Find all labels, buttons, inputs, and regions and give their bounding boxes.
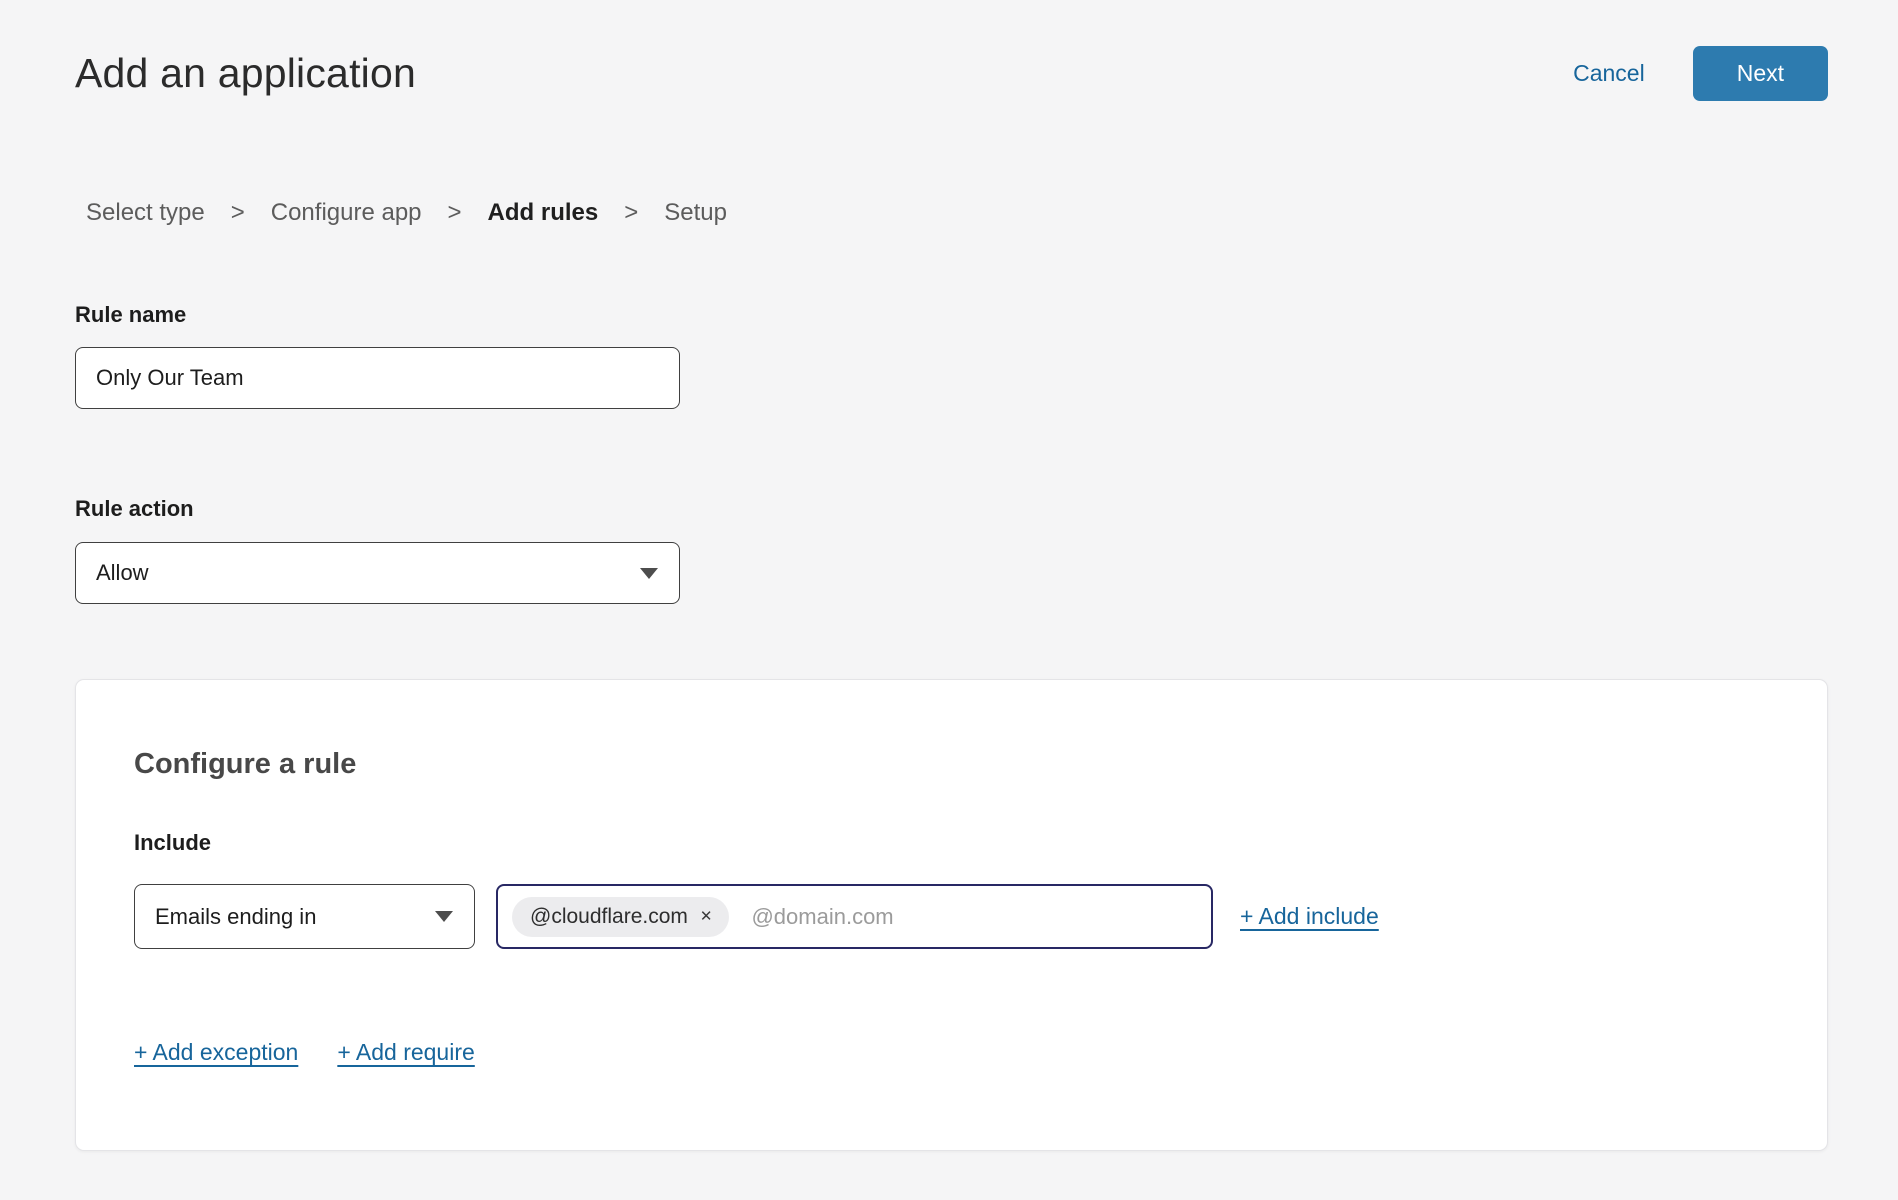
email-domains-field[interactable]: @cloudflare.com ✕: [496, 884, 1213, 949]
include-label: Include: [134, 830, 1769, 856]
breadcrumb-step-setup[interactable]: Setup: [664, 198, 727, 228]
breadcrumb-separator: >: [231, 198, 245, 228]
add-application-page: Add an application Cancel Next Select ty…: [0, 0, 1898, 1151]
rule-name-input[interactable]: [75, 347, 680, 409]
configure-rule-card: Configure a rule Include Emails ending i…: [75, 679, 1828, 1151]
header-actions: Cancel Next: [1573, 46, 1828, 101]
breadcrumb-separator: >: [624, 198, 638, 228]
page-header: Add an application Cancel Next: [75, 46, 1828, 101]
breadcrumb-separator: >: [448, 198, 462, 228]
rule-action-select[interactable]: Allow: [75, 542, 680, 604]
rule-name-label: Rule name: [75, 302, 1828, 328]
email-domain-input[interactable]: [751, 904, 1197, 930]
breadcrumb-step-configure-app[interactable]: Configure app: [271, 198, 422, 228]
chevron-down-icon: [435, 911, 453, 922]
page-title: Add an application: [75, 46, 416, 101]
rule-action-selected-value: Allow: [96, 560, 149, 586]
include-selector-value: Emails ending in: [155, 904, 316, 930]
include-selector-select[interactable]: Emails ending in: [134, 884, 475, 949]
add-include-link[interactable]: + Add include: [1240, 903, 1379, 930]
rule-extra-links: + Add exception + Add require: [134, 1039, 1769, 1066]
breadcrumb-step-select-type[interactable]: Select type: [86, 198, 205, 228]
email-domain-chip-text: @cloudflare.com: [530, 905, 688, 929]
add-exception-link[interactable]: + Add exception: [134, 1039, 298, 1066]
breadcrumb-step-add-rules[interactable]: Add rules: [488, 198, 599, 228]
rule-action-label: Rule action: [75, 496, 1828, 522]
cancel-button[interactable]: Cancel: [1573, 60, 1645, 87]
include-rule-row: Emails ending in @cloudflare.com ✕ + Add…: [134, 884, 1769, 949]
breadcrumb: Select type > Configure app > Add rules …: [75, 198, 1828, 228]
add-require-link[interactable]: + Add require: [337, 1039, 474, 1066]
chip-remove-icon[interactable]: ✕: [700, 909, 713, 924]
email-domain-chip: @cloudflare.com ✕: [512, 897, 729, 937]
chevron-down-icon: [640, 568, 658, 579]
next-button[interactable]: Next: [1693, 46, 1828, 101]
rule-card-title: Configure a rule: [134, 746, 1769, 782]
